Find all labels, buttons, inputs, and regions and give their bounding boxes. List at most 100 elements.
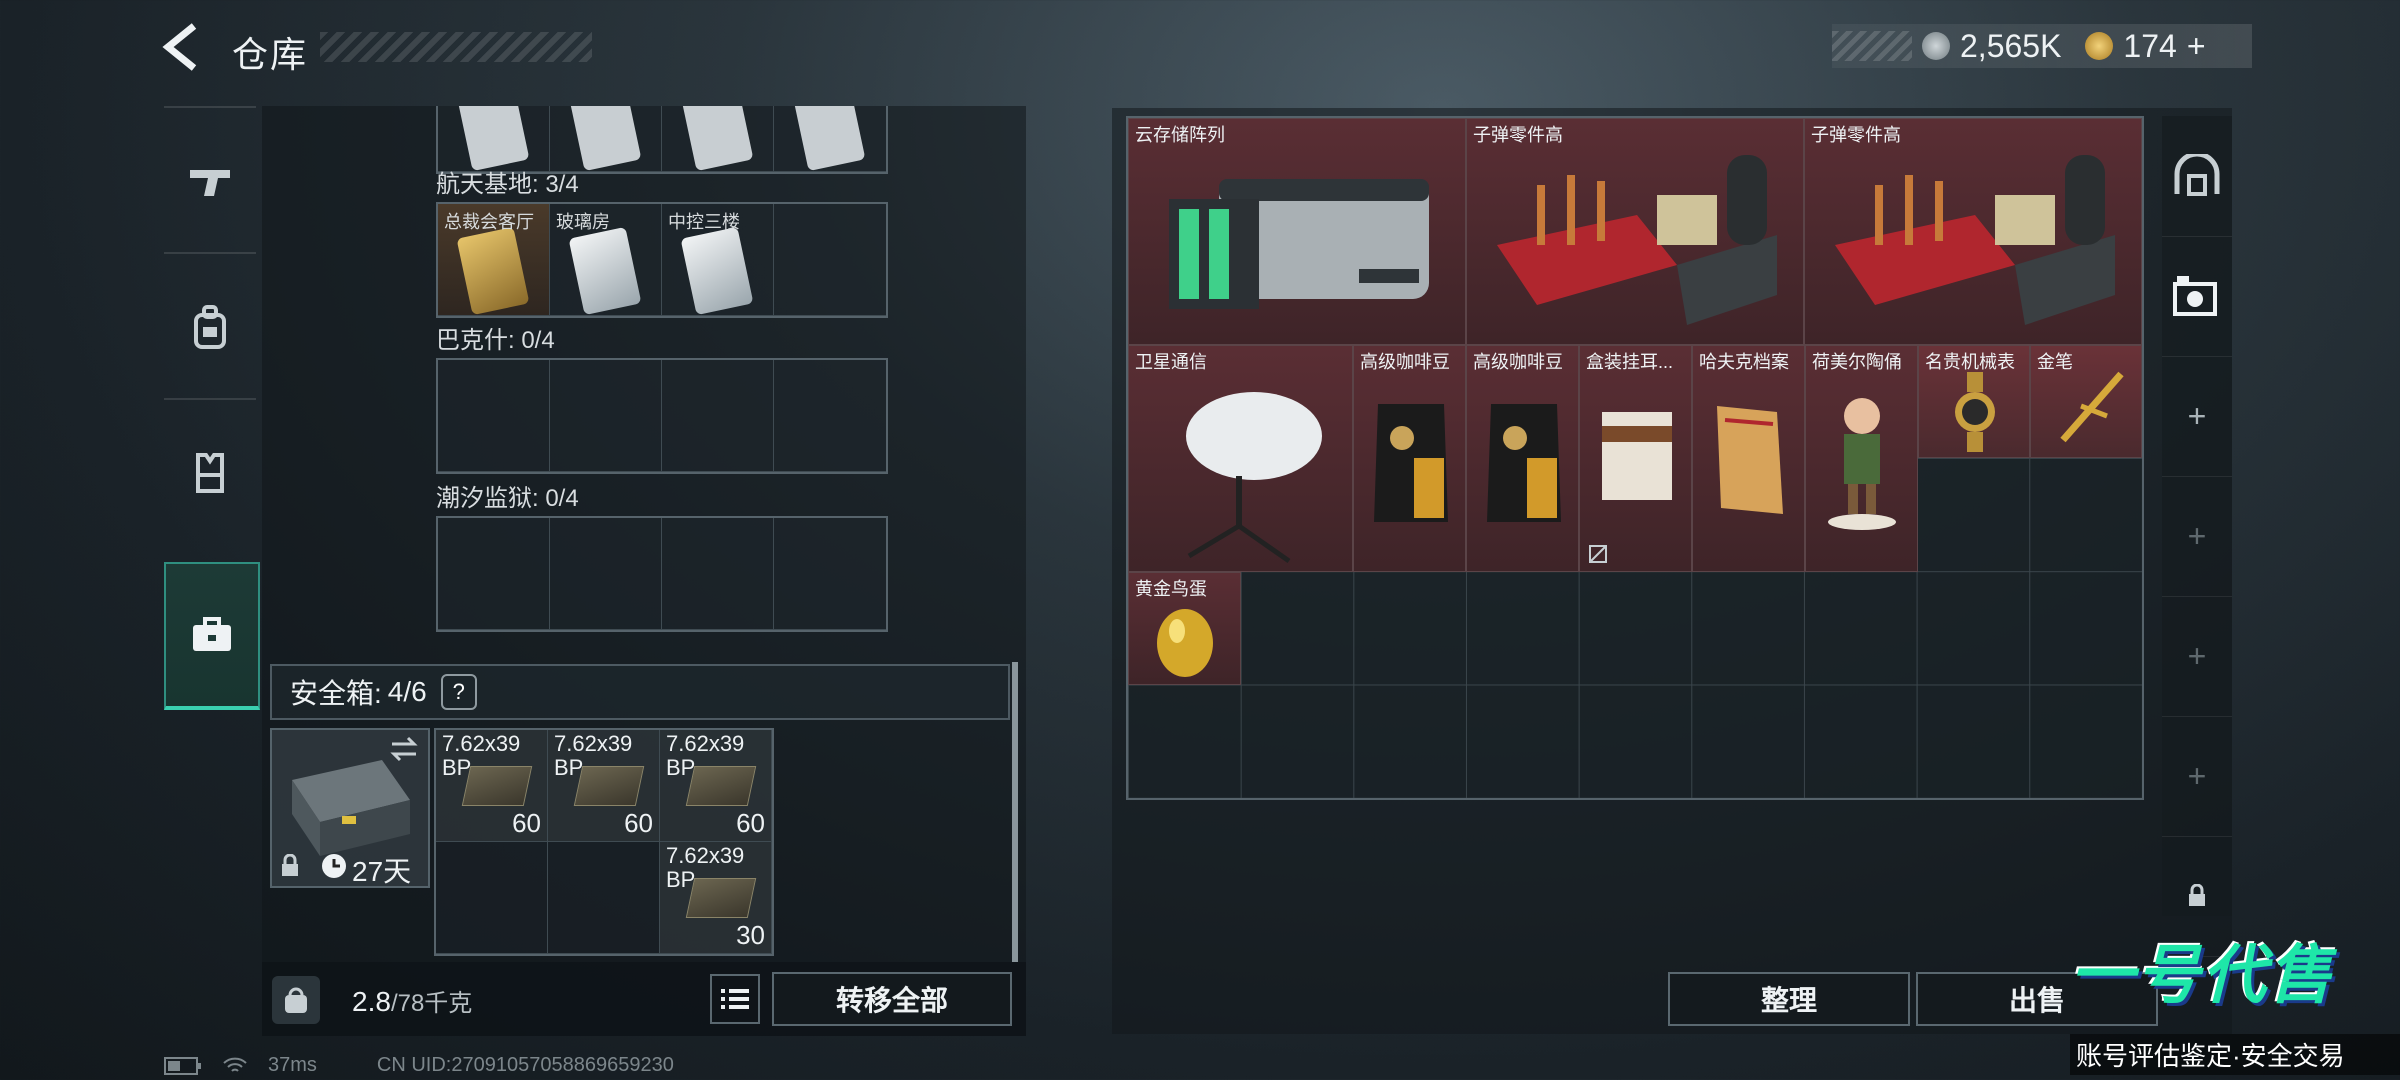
grid-cell[interactable] — [438, 360, 550, 472]
coffee-bag-icon — [1487, 404, 1561, 522]
ammo-parts-icon — [1497, 155, 1777, 325]
grid-cell[interactable] — [662, 360, 774, 472]
tab-backpack[interactable] — [164, 252, 256, 400]
ammo-item[interactable]: 7.62x39 BP 60 — [660, 730, 772, 842]
stash-item[interactable]: 高级咖啡豆 — [1353, 345, 1466, 572]
status-bar: 37ms CN UID:2709105705886965923​0 — [164, 1054, 674, 1077]
currency-decoration — [1832, 31, 1912, 61]
key-grid-tide-prison — [436, 516, 888, 632]
add-page-button[interactable]: + — [2162, 356, 2232, 477]
item-label: 哈夫克档案 — [1699, 352, 1789, 372]
add-page-button[interactable]: + — [2162, 716, 2232, 837]
file-folder-icon — [1717, 406, 1783, 514]
stash-item[interactable]: 黄金鸟蛋 — [1128, 572, 1241, 685]
safebox-item[interactable]: 27天 — [270, 728, 430, 888]
battery-icon — [164, 1056, 201, 1075]
grid-cell[interactable]: 总裁会客厅 — [438, 204, 550, 316]
stash-item[interactable]: 云存储阵列 — [1128, 118, 1466, 345]
add-page-button[interactable]: + — [2162, 476, 2232, 597]
grid-cell[interactable] — [436, 842, 548, 954]
transfer-all-button[interactable]: 转移全部 — [772, 972, 1012, 1026]
scrollbar[interactable] — [1012, 662, 1018, 962]
grid-cell[interactable] — [662, 518, 774, 630]
ammo-item[interactable]: 7.62x39 BP 60 — [548, 730, 660, 842]
briefcase-icon — [193, 617, 231, 651]
uid-readout: CN UID:2709105705886965923​0 — [376, 1054, 674, 1076]
grid-cell[interactable] — [550, 360, 662, 472]
grid-cell[interactable] — [550, 106, 662, 172]
section-label: 巴克什: 0/4 — [436, 327, 555, 354]
item-label: 盒装挂耳... — [1586, 352, 1674, 372]
ammo-box-icon — [461, 766, 533, 806]
wifi-icon — [223, 1057, 247, 1072]
item-label: 名贵机械表 — [1925, 352, 2015, 372]
tab-safebox[interactable] — [164, 562, 260, 710]
stash-item[interactable]: 盒装挂耳... — [1579, 345, 1692, 572]
stash-item[interactable]: 名贵机械表 — [1918, 345, 2030, 458]
grid-cell[interactable] — [438, 106, 550, 172]
stash-item[interactable]: 子弹零件高 — [1466, 118, 1804, 345]
rail-tab-collection[interactable] — [2162, 236, 2232, 357]
currency-coins: 2,565K — [1960, 27, 2062, 64]
add-currency-button[interactable]: + — [2187, 28, 2206, 65]
golden-egg-icon — [1157, 609, 1213, 677]
stash-item[interactable]: 卫星通信 — [1128, 345, 1353, 572]
tab-armor[interactable] — [164, 398, 256, 546]
figurine-icon — [1828, 398, 1896, 530]
tab-weapon[interactable] — [164, 106, 256, 254]
item-label: 云存储阵列 — [1135, 125, 1225, 145]
lock-icon — [2189, 884, 2205, 906]
currency-bar: 2,565K 174 + — [1832, 24, 2252, 68]
grid-cell[interactable] — [438, 518, 550, 630]
stash-item[interactable]: 子弹零件高 — [1804, 118, 2142, 345]
clock-icon — [322, 854, 346, 878]
sort-button[interactable]: 整理 — [1668, 972, 1910, 1026]
grid-cell[interactable]: 中控三楼 — [662, 204, 774, 316]
weight-current: 2.8 — [352, 986, 391, 1017]
ammo-box-icon — [685, 878, 757, 918]
grid-cell[interactable] — [774, 518, 886, 630]
add-page-button[interactable]: + — [2162, 596, 2232, 717]
grid-cell[interactable] — [774, 106, 886, 172]
list-view-button[interactable] — [710, 974, 760, 1024]
key-card-list[interactable]: 航天基地: 3/4 总裁会客厅 玻璃房 中控三楼 巴克什: 0/4 潮汐监狱: … — [262, 106, 1026, 662]
currency-premium: 174 — [2123, 27, 2177, 64]
ammo-item[interactable]: 7.62x39 BP 30 — [660, 842, 772, 954]
no-trade-icon — [1589, 545, 1607, 563]
grid-cell[interactable] — [548, 842, 660, 954]
stash-grid: 云存储阵列 子弹零件高 子弹零件高 卫星通信 高级咖啡豆 高级咖啡豆 盒装挂耳.… — [1126, 116, 2144, 800]
item-label: 黄金鸟蛋 — [1135, 579, 1207, 599]
key-grid-bakhsh — [436, 358, 888, 474]
ping-readout: 37ms — [268, 1054, 317, 1076]
item-label: 卫星通信 — [1135, 352, 1207, 372]
item-label: 玻璃房 — [556, 212, 610, 232]
back-button[interactable] — [160, 22, 206, 72]
keycard-icon — [680, 106, 754, 172]
watermark-slogan: 账号评估鉴定·安全交易 — [2070, 1034, 2400, 1075]
coin-icon — [1922, 32, 1950, 60]
title-decoration — [320, 32, 592, 62]
grid-cell[interactable] — [550, 518, 662, 630]
grid-cell[interactable] — [774, 204, 886, 316]
stash-item[interactable]: 哈夫克档案 — [1692, 345, 1805, 572]
item-label: 总裁会客厅 — [444, 212, 534, 232]
keycard-icon — [568, 226, 642, 316]
help-button[interactable]: ? — [440, 674, 477, 710]
stash-item[interactable]: 荷美尔陶俑 — [1805, 345, 1918, 572]
grid-cell[interactable]: 玻璃房 — [550, 204, 662, 316]
safebox-capacity: 4/6 — [387, 676, 427, 707]
section-label: 潮汐监狱: 0/4 — [436, 485, 579, 512]
grid-cell[interactable] — [774, 360, 886, 472]
swap-icon[interactable] — [388, 736, 420, 762]
safebox-label: 安全箱: — [290, 678, 382, 709]
keycard-icon — [680, 226, 754, 316]
gun-icon — [190, 170, 230, 196]
grid-cell[interactable] — [662, 106, 774, 172]
stash-item[interactable]: 金笔 — [2030, 345, 2142, 458]
ammo-item[interactable]: 7.62x39 BP 60 — [436, 730, 548, 842]
item-label: 子弹零件高 — [1473, 125, 1563, 145]
weight-icon — [272, 976, 320, 1024]
weight-display: 2.8/78千克 — [352, 983, 472, 1018]
rail-tab-main[interactable] — [2162, 116, 2232, 237]
stash-item[interactable]: 高级咖啡豆 — [1466, 345, 1579, 572]
